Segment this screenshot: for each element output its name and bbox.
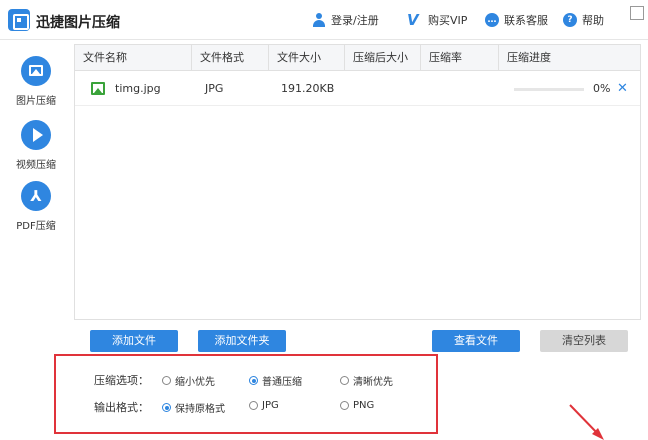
annotation-arrow-icon bbox=[569, 404, 604, 440]
